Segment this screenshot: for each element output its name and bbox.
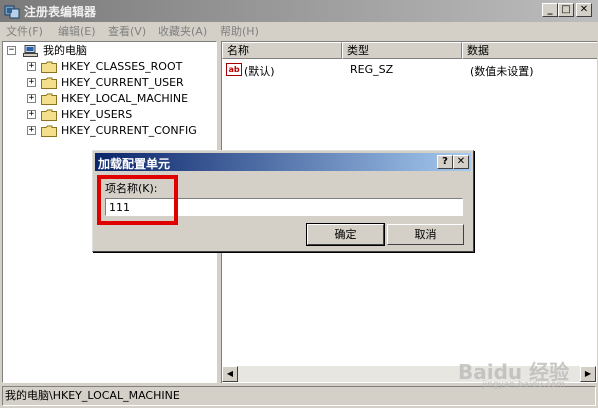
list-row[interactable]: ab (默认) REG_SZ (数值未设置)	[226, 62, 586, 78]
tree-root-label: 我的电脑	[43, 44, 87, 57]
help-button[interactable]: ?	[437, 155, 453, 169]
value-data: (数值未设置)	[470, 65, 534, 78]
expand-icon[interactable]: +	[27, 110, 36, 119]
cancel-button[interactable]: 取消	[387, 224, 464, 245]
value-name: (默认)	[244, 65, 275, 78]
menu-bar: 文件(F) 编辑(E) 查看(V) 收藏夹(A) 帮助(H)	[0, 22, 598, 40]
expand-icon[interactable]: +	[27, 94, 36, 103]
tree-item-hkey-current-user[interactable]: + HKEY_CURRENT_USER	[3, 75, 213, 91]
folder-icon	[41, 93, 57, 105]
tree-item-hkey-classes-root[interactable]: + HKEY_CLASSES_ROOT	[3, 59, 213, 75]
tree-item-label: HKEY_LOCAL_MACHINE	[61, 92, 189, 105]
load-hive-dialog: 加载配置单元 ? ✕ 项名称(K): 确定 取消	[92, 150, 474, 252]
scroll-right-icon[interactable]: ▶	[580, 366, 596, 382]
watermark-url: jingyan.baidu.com	[482, 380, 566, 390]
tree-item-hkey-users[interactable]: + HKEY_USERS	[3, 107, 213, 123]
column-header-type[interactable]: 类型	[342, 42, 462, 59]
menu-view[interactable]: 查看(V)	[108, 23, 146, 39]
tree-item-label: HKEY_CLASSES_ROOT	[61, 60, 183, 73]
tree-item-hkey-local-machine[interactable]: + HKEY_LOCAL_MACHINE	[3, 91, 213, 107]
key-name-input[interactable]	[105, 198, 463, 216]
tree-item-label: HKEY_CURRENT_USER	[61, 76, 184, 89]
dialog-title: 加载配置单元	[98, 157, 171, 171]
ok-button[interactable]: 确定	[306, 223, 385, 246]
registry-app-icon	[4, 5, 20, 19]
menu-file[interactable]: 文件(F)	[6, 23, 43, 39]
key-name-label: 项名称(K):	[105, 182, 158, 195]
tree-item-label: HKEY_USERS	[61, 108, 133, 121]
menu-help[interactable]: 帮助(H)	[220, 23, 259, 39]
folder-icon	[41, 125, 57, 137]
folder-icon	[41, 109, 57, 121]
maximize-button[interactable]: □	[558, 3, 574, 17]
computer-icon	[23, 45, 38, 57]
expand-icon[interactable]: +	[27, 78, 36, 87]
title-bar[interactable]: 注册表编辑器 _ □ ✕	[0, 0, 598, 22]
minimize-button[interactable]: _	[542, 3, 558, 17]
tree-item-label: HKEY_CURRENT_CONFIG	[61, 124, 197, 137]
expand-icon[interactable]: +	[27, 126, 36, 135]
tree-root[interactable]: − 我的电脑	[3, 43, 203, 59]
window-title: 注册表编辑器	[24, 5, 97, 19]
scroll-left-icon[interactable]: ◀	[222, 366, 238, 382]
collapse-icon[interactable]: −	[7, 46, 16, 55]
tree-item-hkey-current-config[interactable]: + HKEY_CURRENT_CONFIG	[3, 123, 213, 139]
dialog-title-bar[interactable]: 加载配置单元 ? ✕	[95, 153, 471, 171]
dialog-close-button[interactable]: ✕	[453, 155, 469, 169]
menu-edit[interactable]: 编辑(E)	[58, 23, 96, 39]
column-header-name[interactable]: 名称	[222, 42, 342, 59]
expand-icon[interactable]: +	[27, 62, 36, 71]
string-value-icon: ab	[226, 63, 242, 76]
folder-icon	[41, 61, 57, 73]
close-button[interactable]: ✕	[576, 3, 592, 17]
value-type: REG_SZ	[350, 63, 394, 76]
column-header-data[interactable]: 数据	[462, 42, 597, 59]
menu-favorites[interactable]: 收藏夹(A)	[158, 23, 207, 39]
folder-icon	[41, 77, 57, 89]
